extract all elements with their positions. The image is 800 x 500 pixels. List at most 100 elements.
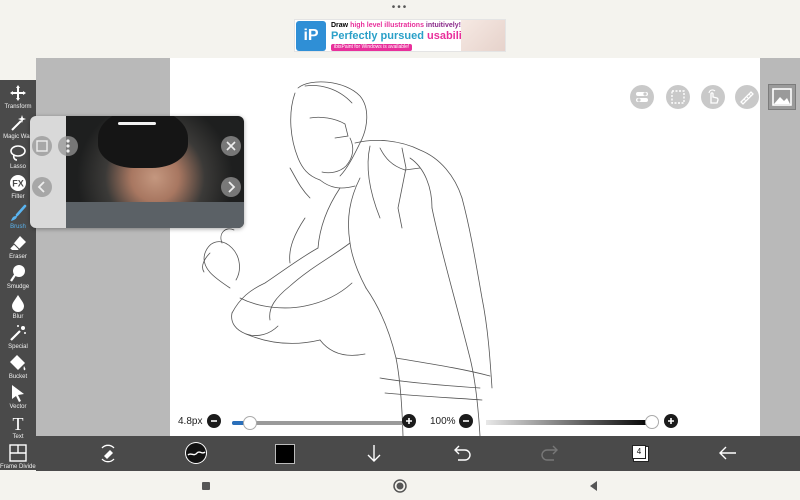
layers-button[interactable]: 4	[632, 445, 646, 459]
system-back-button[interactable]	[586, 478, 602, 494]
drawing-canvas[interactable]	[170, 58, 760, 436]
layer-thumbnail-button[interactable]	[768, 84, 796, 110]
download-button[interactable]	[354, 436, 394, 471]
brush-slider-row: 4.8px 100%	[170, 411, 760, 433]
tool-label: Bucket	[8, 374, 28, 380]
tool-vector[interactable]: Vector	[0, 382, 36, 412]
brush-tip-icon	[186, 443, 206, 463]
opacity-value: 100%	[430, 416, 456, 427]
close-icon	[226, 141, 236, 151]
frame-divider-icon	[0, 444, 36, 464]
ruler-button[interactable]	[735, 85, 759, 109]
tool-bucket[interactable]: Bucket	[0, 352, 36, 382]
ad-illustration	[461, 20, 505, 51]
opacity-handle[interactable]	[645, 415, 659, 429]
minus-icon	[463, 420, 469, 422]
reference-previous-button[interactable]	[32, 177, 52, 197]
opacity-slider[interactable]	[486, 415, 659, 429]
selection-button[interactable]	[666, 85, 690, 109]
smudge-icon	[0, 264, 36, 284]
eraser-icon	[0, 234, 36, 254]
opacity-increase-button[interactable]	[664, 414, 678, 428]
drop-icon	[0, 294, 36, 314]
arrow-down-icon	[367, 445, 381, 462]
brush-preview-button[interactable]	[185, 442, 207, 464]
action-bar: 4	[36, 436, 800, 471]
home-circle-icon	[393, 479, 407, 493]
tool-special[interactable]: Special	[0, 322, 36, 352]
square-icon	[202, 482, 210, 490]
home-button[interactable]	[392, 478, 408, 494]
brush-size-handle[interactable]	[243, 416, 257, 430]
reference-collar	[66, 202, 244, 228]
selection-icon	[671, 90, 685, 104]
fx-glyph: FX	[12, 179, 24, 189]
ad-tagline-part: Perfectly pursued	[331, 30, 427, 42]
more-vertical-icon	[66, 139, 70, 153]
triangle-back-icon	[590, 481, 597, 491]
plus-icon	[668, 418, 674, 424]
chevron-left-icon	[37, 181, 45, 193]
reference-menu-button[interactable]	[58, 136, 78, 156]
ad-tagline: Perfectly pursued usability!	[331, 30, 475, 42]
tool-label: Eraser	[9, 254, 27, 260]
recent-apps-button[interactable]	[198, 478, 214, 494]
brush-size-slider[interactable]	[232, 416, 408, 430]
tool-label: Text	[12, 434, 24, 440]
ad-headline-part: intuitively!	[423, 22, 461, 29]
ad-subline: ibisPaint for Windows is available!	[331, 44, 413, 51]
rotate-canvas-button[interactable]	[88, 436, 128, 471]
tool-smudge[interactable]: Smudge	[0, 262, 36, 292]
reference-frame-button[interactable]	[32, 136, 52, 156]
text-icon: T	[0, 414, 36, 434]
chevron-right-icon	[228, 181, 236, 193]
tool-eraser[interactable]: Eraser	[0, 232, 36, 262]
tool-label: Transform	[4, 104, 32, 110]
opacity-decrease-button[interactable]	[459, 414, 473, 428]
tool-label: Blur	[12, 314, 24, 320]
toggle-icon	[636, 92, 648, 102]
rotate-eraser-icon	[101, 444, 115, 463]
tool-label: Frame Divider	[0, 464, 38, 470]
text-glyph: T	[13, 414, 24, 432]
redo-button[interactable]	[530, 436, 570, 471]
brush-size-increase-button[interactable]	[402, 414, 416, 428]
minus-icon	[211, 420, 217, 422]
tool-frame-divider[interactable]: Frame Divider	[0, 442, 38, 472]
ad-headline-part: high level illustrations	[350, 22, 424, 29]
reference-next-button[interactable]	[221, 177, 241, 197]
reference-image	[66, 116, 244, 228]
tool-text[interactable]: T Text	[0, 412, 36, 442]
ad-banner[interactable]: iP Draw high level illustrations intuiti…	[294, 19, 506, 52]
system-nav-bar	[0, 471, 800, 500]
tool-label: Special	[8, 344, 28, 350]
sketch-artwork	[202, 81, 493, 436]
ad-headline: Draw high level illustrations intuitivel…	[331, 22, 461, 29]
brush-size-decrease-button[interactable]	[207, 414, 221, 428]
plus-icon	[406, 418, 412, 424]
image-icon	[772, 88, 792, 106]
ibispaint-logo: iP	[296, 21, 326, 51]
tool-blur[interactable]: Blur	[0, 292, 36, 322]
tool-transform[interactable]: Transform	[0, 82, 36, 112]
ad-headline-part: Draw	[331, 22, 351, 29]
bucket-icon	[0, 354, 36, 374]
reference-window[interactable]	[30, 116, 244, 228]
undo-button[interactable]	[442, 436, 482, 471]
tool-label: Smudge	[6, 284, 30, 290]
touch-button[interactable]	[701, 85, 725, 109]
frame-icon	[36, 140, 48, 152]
status-indicator: •••	[391, 2, 409, 13]
reference-close-button[interactable]	[221, 136, 241, 156]
redo-icon	[541, 445, 558, 461]
current-color-swatch[interactable]	[275, 444, 295, 464]
undo-icon	[454, 445, 471, 461]
hand-touch-icon	[708, 89, 719, 104]
arrow-left-icon	[719, 446, 736, 460]
ruler-icon	[740, 91, 754, 105]
sparkle-wand-icon	[0, 324, 36, 344]
toggle-button[interactable]	[630, 85, 654, 109]
cursor-icon	[0, 384, 36, 404]
drag-handle[interactable]	[118, 122, 156, 125]
back-button[interactable]	[708, 436, 748, 471]
